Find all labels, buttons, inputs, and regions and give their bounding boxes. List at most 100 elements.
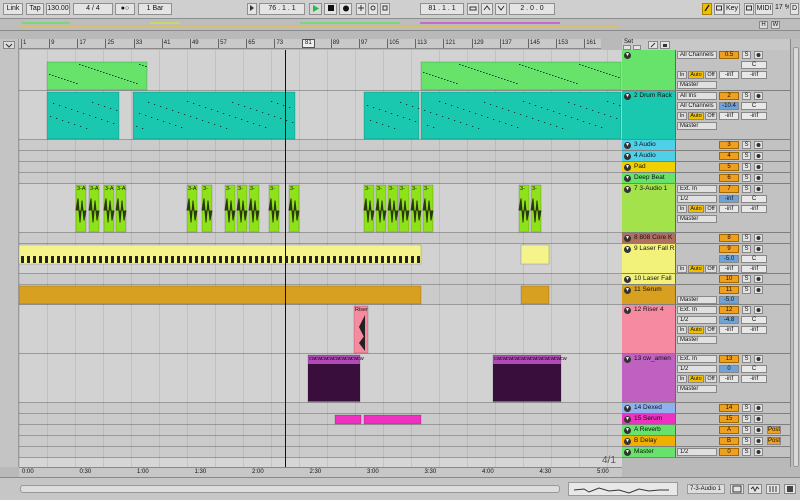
send-a-field[interactable]: -inf — [719, 326, 739, 334]
track-activator-number[interactable]: A — [719, 426, 739, 434]
send-a-field[interactable]: -inf — [719, 265, 739, 273]
automation-arm-button[interactable] — [368, 3, 378, 15]
track-header[interactable]: ▼ 15 Serum 15 S — [622, 414, 790, 425]
send-a-field[interactable]: -inf — [719, 375, 739, 383]
clip-view-button[interactable] — [748, 484, 762, 494]
track-activator-number[interactable]: B — [719, 437, 739, 445]
track-name-area[interactable]: ▼ Master — [622, 447, 676, 457]
session-record-button[interactable] — [380, 3, 390, 15]
fold-icon[interactable]: ▼ — [624, 416, 631, 423]
track-name-area[interactable]: ▼ 8 808 Core K — [622, 233, 676, 243]
track-activator-number[interactable]: 2 — [719, 92, 739, 100]
track-name-area[interactable]: ▼ 11 Serum — [622, 285, 676, 304]
input-channel-chooser[interactable]: All Channels — [677, 102, 717, 110]
track-pan-field[interactable]: C — [741, 102, 767, 110]
track-activator-number[interactable]: 15 — [719, 415, 739, 423]
midi-clip[interactable] — [520, 244, 550, 265]
track-activator-number[interactable]: 5 — [719, 163, 739, 171]
mixer-button[interactable] — [766, 484, 780, 494]
input-type-chooser[interactable]: All Channels — [677, 51, 717, 59]
loop-length-field[interactable]: 2 . 0 . 0 — [509, 3, 555, 15]
arm-button[interactable] — [754, 234, 763, 242]
beat-time-ruler[interactable]: 1 9 17 25 33 41 49 57 65 73 81 89 97 105 113 121 129 137 1… — [19, 39, 601, 49]
track-activator-number[interactable]: 0 — [719, 448, 739, 456]
track-volume-field[interactable]: -5.0 — [719, 296, 739, 304]
fold-icon[interactable]: ▼ — [624, 287, 631, 294]
track-pan-field[interactable]: C — [741, 255, 767, 263]
clip-overview[interactable] — [568, 482, 678, 496]
track-header[interactable]: ▼ B Delay B S Post — [622, 436, 790, 447]
send-b-field[interactable]: -inf — [741, 265, 767, 273]
output-type-chooser[interactable]: Master — [677, 215, 717, 223]
output-type-chooser[interactable]: Master — [677, 122, 717, 130]
track-activator-number[interactable]: 10 — [719, 275, 739, 283]
track-name-area[interactable]: ▼ Pad — [622, 162, 676, 172]
tap-tempo-button[interactable]: Tap — [26, 3, 44, 15]
arm-button[interactable] — [754, 404, 763, 412]
fold-icon[interactable]: ▼ — [624, 405, 631, 412]
track-header[interactable]: ▼ 12 Riser 4 Ext. In 12 S 1/2 -4.8 C In Auto Off -i… — [622, 305, 790, 354]
key-map-button[interactable]: Key — [724, 3, 740, 15]
solo-button[interactable]: S — [742, 415, 751, 423]
monitor-auto-button[interactable]: Auto — [688, 71, 704, 79]
track-activator-number[interactable]: 7 — [719, 185, 739, 193]
output-type-chooser[interactable]: Master — [677, 81, 717, 89]
arm-button[interactable] — [754, 437, 763, 445]
input-type-chooser[interactable]: Ext. In — [677, 306, 717, 314]
monitor-in-button[interactable]: In — [677, 71, 687, 79]
send-b-field[interactable]: -inf — [741, 71, 767, 79]
track-name-area[interactable]: ▼ 12 Riser 4 — [622, 305, 676, 353]
midi-clip[interactable] — [46, 61, 148, 91]
solo-button[interactable]: S — [742, 185, 751, 193]
track-activator-number[interactable]: 4 — [719, 152, 739, 160]
draw-mode-button[interactable] — [702, 3, 712, 15]
arm-button[interactable] — [754, 355, 763, 363]
pre-post-toggle[interactable]: Post — [767, 426, 781, 434]
midi-clip[interactable] — [334, 414, 362, 425]
track-pan-field[interactable]: C — [741, 61, 767, 69]
track-header[interactable]: ▼ 7 3-Audio 1 Ext. In 7 S 1/2 -inf C In Auto Off -i… — [622, 184, 790, 233]
solo-button[interactable]: S — [742, 437, 751, 445]
track-pan-field[interactable]: C — [741, 365, 767, 373]
vertical-scroll-thumb[interactable] — [793, 47, 799, 467]
track-activator-number[interactable]: 3 — [719, 141, 739, 149]
solo-button[interactable]: S — [742, 426, 751, 434]
track-header[interactable]: ▼ 4 Audio 4 S — [622, 151, 790, 162]
track-header[interactable]: ▼ Pad 5 S — [622, 162, 790, 173]
fold-icon[interactable]: ▼ — [624, 427, 631, 434]
track-name-area[interactable]: ▼ 14 Dexed — [622, 403, 676, 413]
output-type-chooser[interactable]: Master — [677, 336, 717, 344]
punch-out-button[interactable] — [495, 3, 507, 15]
horizontal-scrollbar[interactable] — [20, 485, 560, 493]
solo-button[interactable]: S — [742, 234, 751, 242]
send-b-field[interactable]: -inf — [741, 205, 767, 213]
solo-button[interactable]: S — [742, 448, 751, 456]
track-volume-field[interactable]: -inf — [719, 195, 739, 203]
browser-toggle-button[interactable] — [784, 484, 796, 494]
track-header[interactable]: ▼ Deep Beat 6 S — [622, 173, 790, 184]
track-header[interactable]: ▼ 10 Laser Fall 10 S — [622, 274, 790, 285]
monitor-in-button[interactable]: In — [677, 112, 687, 120]
fold-icon[interactable]: ▼ — [624, 307, 631, 314]
arrangement-overview[interactable]: H W — [0, 19, 800, 31]
fold-icon[interactable]: ▼ — [624, 93, 631, 100]
input-type-chooser[interactable]: 1/2 — [677, 448, 717, 456]
monitor-auto-button[interactable]: Auto — [688, 205, 704, 213]
track-pan-field[interactable]: C — [741, 195, 767, 203]
monitor-off-button[interactable]: Off — [705, 265, 717, 273]
fold-icon[interactable]: ▼ — [624, 153, 631, 160]
monitor-auto-button[interactable]: Auto — [688, 265, 704, 273]
track-name-area[interactable]: ▼ 4 Audio — [622, 151, 676, 161]
track-name-area[interactable]: ▼ 10 Laser Fall — [622, 274, 676, 284]
arm-button[interactable] — [754, 152, 763, 160]
time-signature-field[interactable]: 4 / 4 — [73, 3, 113, 15]
track-activator-number[interactable]: 0.5 — [719, 51, 739, 59]
arm-button[interactable] — [754, 51, 763, 59]
stop-button[interactable] — [324, 3, 337, 15]
input-type-chooser[interactable]: Ext. In — [677, 355, 717, 363]
track-header[interactable]: ▼ Master 1/2 0 S — [622, 447, 790, 458]
fold-icon[interactable]: ▼ — [624, 449, 631, 456]
track-volume-field[interactable]: -5.0 — [719, 255, 739, 263]
fold-icon[interactable]: ▼ — [624, 235, 631, 242]
arm-button[interactable] — [754, 92, 763, 100]
